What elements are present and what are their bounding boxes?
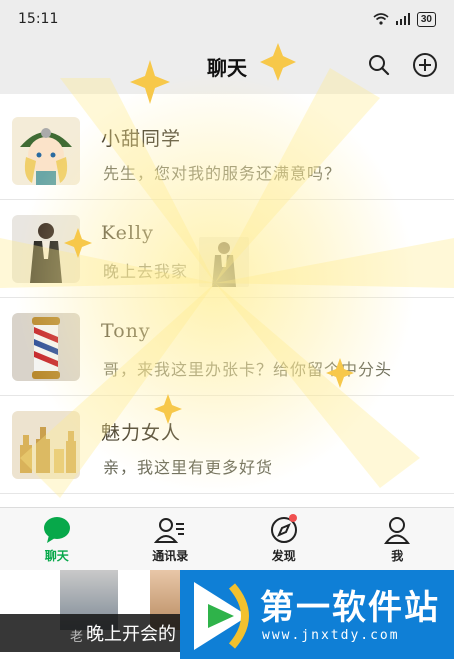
avatar <box>12 214 80 283</box>
shared-photo[interactable] <box>199 237 249 287</box>
chat-preview: 晚上去我家 <box>103 262 189 281</box>
brand-name: 第一软件站 <box>260 588 440 628</box>
chat-preview: 先生，您对我的服务还满意吗？ <box>103 164 342 183</box>
chat-name: Kelly <box>101 222 154 244</box>
avatar <box>12 116 80 185</box>
chat-bubble-icon <box>43 516 70 543</box>
tab-me[interactable]: 我 <box>341 508 454 571</box>
chat-name: 小甜同学 <box>101 128 182 150</box>
tab-chats[interactable]: 聊天 <box>0 508 114 571</box>
tab-label: 发现 <box>271 548 296 563</box>
wifi-icon <box>373 13 389 25</box>
brand-logo-icon <box>194 582 249 650</box>
chat-item[interactable]: Tony 哥，来我这里办张卡？给你留个中分头 <box>0 298 454 396</box>
contacts-icon <box>154 517 185 543</box>
chat-name: Tony <box>101 320 151 342</box>
nav-bar: 聊天 <box>0 38 454 94</box>
status-time: 15:11 <box>18 11 59 27</box>
add-button[interactable] <box>410 50 440 80</box>
chat-preview: 哥，来我这里办张卡？给你留个中分头 <box>103 360 393 379</box>
page-title: 聊天 <box>207 55 247 80</box>
avatar <box>12 410 80 479</box>
chat-name: 魅力女人 <box>101 422 182 444</box>
avatar <box>12 312 80 381</box>
tab-contacts[interactable]: 通讯录 <box>114 508 228 571</box>
status-bar: 15:11 30 <box>0 0 454 38</box>
chat-item[interactable]: 小甜同学 先生，您对我的服务还满意吗？ <box>0 102 454 200</box>
brand-url: www.jnxtdy.com <box>262 628 400 643</box>
chat-preview: 亲，我这里有更多好货 <box>103 458 274 477</box>
notification-badge <box>289 514 297 522</box>
battery-indicator: 30 <box>416 11 436 27</box>
chat-list: 小甜同学 先生，您对我的服务还满意吗？ Kelly 晚上去我家 Tony 哥，来… <box>0 102 454 494</box>
brand-watermark: 第一软件站 www.jnxtdy.com <box>180 570 454 659</box>
nav-actions <box>364 50 440 80</box>
caption-prefix: 老 <box>70 630 84 645</box>
signal-icon <box>395 13 410 25</box>
search-icon <box>369 55 390 76</box>
video-overlay-strip: 老 晚上开会的 第一软件站 www.jnxtdy.com <box>0 570 454 659</box>
video-caption: 老 晚上开会的 <box>0 614 190 652</box>
tab-label: 聊天 <box>44 548 69 563</box>
chat-item[interactable]: 魅力女人 亲，我这里有更多好货 <box>0 396 454 494</box>
status-icons: 30 <box>373 11 436 27</box>
chat-item[interactable]: Kelly 晚上去我家 <box>0 200 454 298</box>
plus-circle-icon <box>413 53 437 77</box>
tab-discover[interactable]: 发现 <box>227 508 341 571</box>
search-button[interactable] <box>364 50 394 80</box>
tab-bar: 聊天 通讯录 发现 我 <box>0 507 454 571</box>
person-icon <box>384 516 411 544</box>
tab-label: 我 <box>391 548 404 563</box>
tab-label: 通讯录 <box>152 548 189 563</box>
caption-text: 晚上开会的 <box>86 624 176 645</box>
